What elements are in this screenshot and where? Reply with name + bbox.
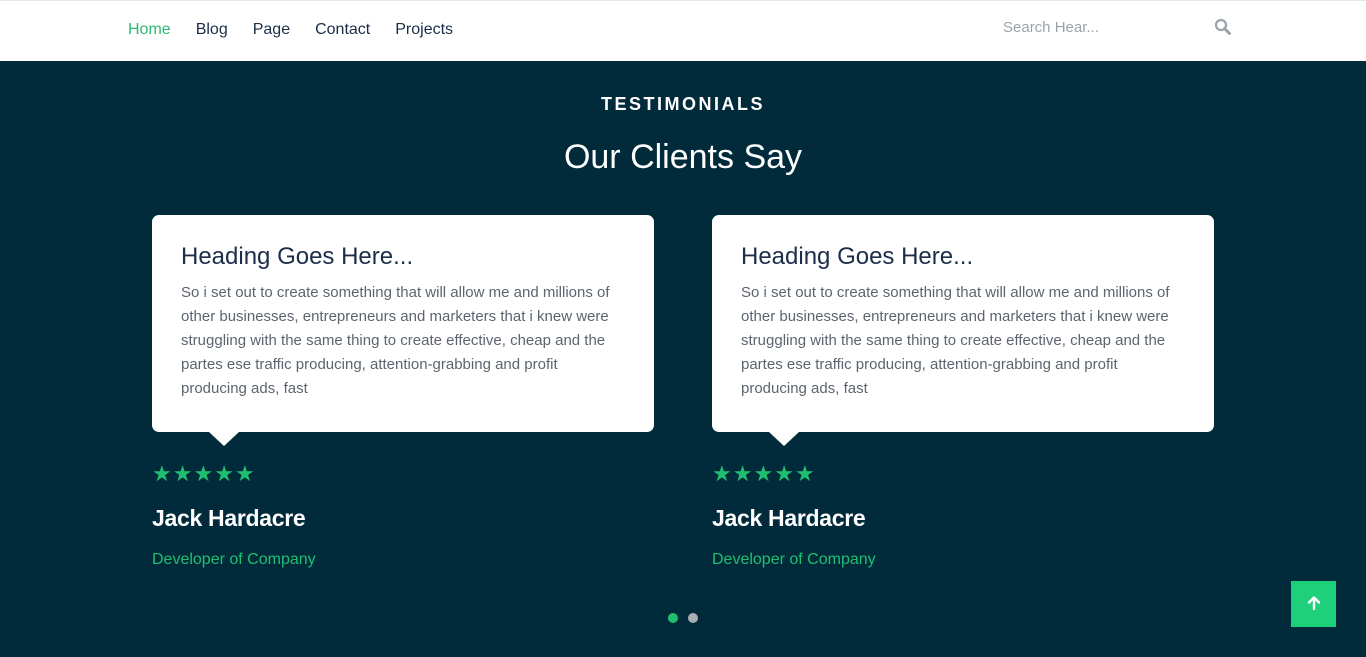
star-icon: ★	[774, 461, 794, 486]
search-input[interactable]	[1003, 15, 1203, 39]
section-eyebrow: TESTIMONIALS	[601, 94, 765, 114]
testimonial-heading: Heading Goes Here...	[741, 243, 974, 270]
star-icon: ★	[712, 461, 732, 486]
carousel-pagination	[668, 613, 698, 623]
author-role: Developer of Company	[712, 551, 876, 568]
testimonial-card: Heading Goes Here... So i set out to cre…	[712, 215, 1214, 446]
nav-item-contact[interactable]: Contact	[315, 21, 370, 39]
testimonial-text: So i set out to create something that wi…	[181, 284, 610, 397]
search-box	[1003, 15, 1235, 41]
star-icon: ★	[214, 461, 234, 486]
nav-item-projects[interactable]: Projects	[395, 21, 453, 39]
arrow-up-icon	[1306, 595, 1322, 614]
star-icon: ★	[234, 461, 255, 486]
carousel-dot-2[interactable]	[688, 613, 698, 623]
testimonial-card: Heading Goes Here... So i set out to cre…	[152, 215, 654, 446]
testimonial-heading: Heading Goes Here...	[181, 243, 414, 270]
author-name: Jack Hardacre	[712, 505, 866, 531]
star-icon: ★	[753, 461, 774, 486]
author-role: Developer of Company	[152, 551, 316, 568]
star-icon: ★	[193, 461, 214, 486]
author-name: Jack Hardacre	[152, 505, 306, 531]
carousel-dot-1[interactable]	[668, 613, 678, 623]
star-icon: ★	[732, 461, 753, 486]
nav-item-page[interactable]: Page	[253, 21, 290, 39]
star-icon: ★	[172, 461, 193, 486]
nav-item-blog[interactable]: Blog	[196, 21, 228, 39]
star-icon: ★	[794, 461, 815, 486]
top-navigation: Home Blog Page Contact Projects	[0, 0, 1366, 61]
testimonial-item: Heading Goes Here... So i set out to cre…	[712, 215, 1214, 568]
nav-item-home[interactable]: Home	[128, 21, 171, 39]
rating-stars: ★ ★ ★ ★ ★	[712, 463, 815, 485]
star-icon: ★	[152, 461, 172, 486]
search-icon[interactable]	[1213, 17, 1233, 37]
testimonial-text: So i set out to create something that wi…	[741, 284, 1170, 397]
nav-menu: Home Blog Page Contact Projects	[128, 21, 453, 39]
section-title: Our Clients Say	[563, 138, 803, 176]
back-to-top-button[interactable]	[1291, 581, 1336, 627]
testimonial-item: Heading Goes Here... So i set out to cre…	[152, 215, 654, 568]
rating-stars: ★ ★ ★ ★ ★	[152, 463, 255, 485]
